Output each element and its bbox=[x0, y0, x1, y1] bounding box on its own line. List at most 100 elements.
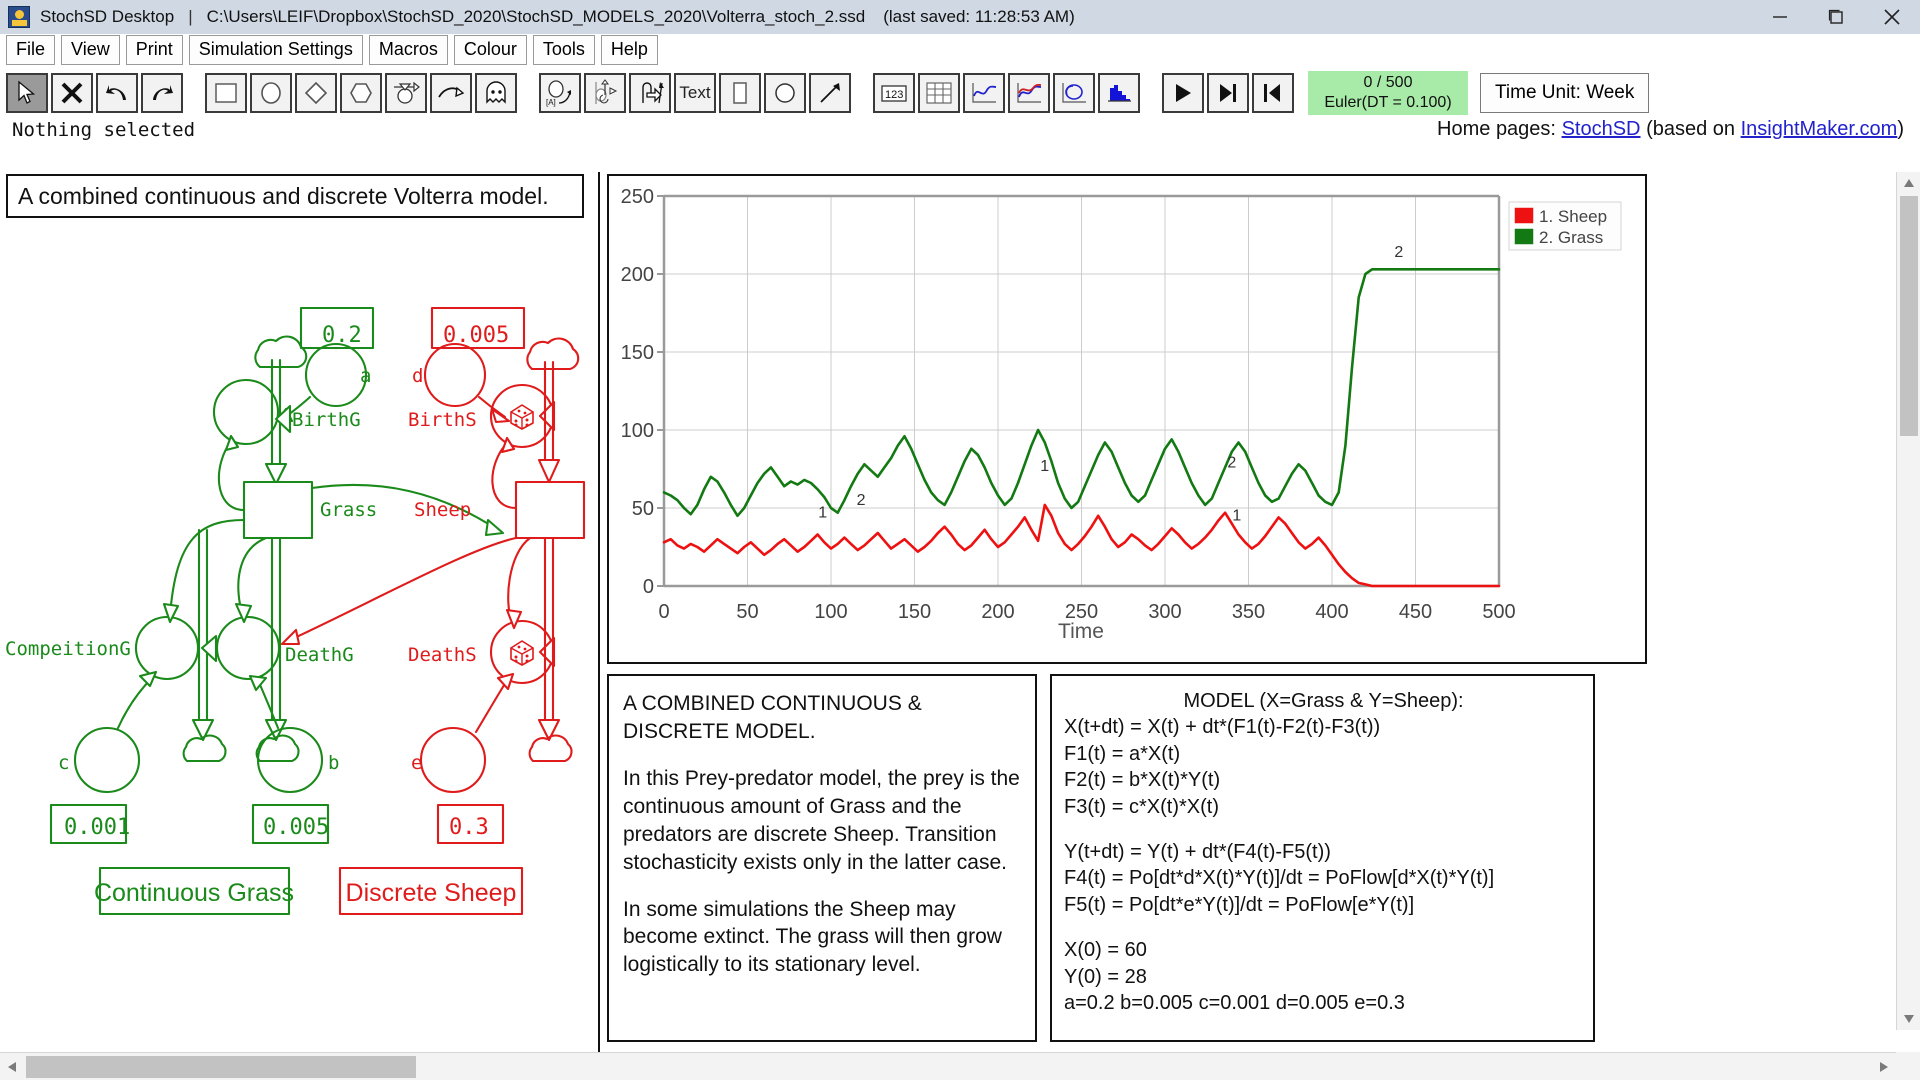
label-c-value: 0.001 bbox=[64, 815, 130, 840]
pointer-tool[interactable] bbox=[6, 73, 48, 113]
desc-spacer-1 bbox=[623, 746, 1021, 765]
stock-tool[interactable] bbox=[205, 73, 247, 113]
scroll-down-arrow-icon[interactable] bbox=[1897, 1008, 1920, 1030]
arrowhead-sheep-deaths bbox=[507, 610, 521, 628]
close-icon[interactable] bbox=[1864, 0, 1920, 34]
sim-progress-text: 0 / 500 bbox=[1364, 73, 1413, 93]
menu-item-macros[interactable]: Macros bbox=[369, 35, 448, 65]
run-button[interactable] bbox=[1162, 73, 1204, 113]
label-a-value: 0.2 bbox=[322, 323, 362, 348]
vertical-scroll-thumb[interactable] bbox=[1900, 196, 1918, 436]
scroll-up-arrow-icon[interactable] bbox=[1897, 172, 1920, 194]
constant-tool[interactable] bbox=[295, 73, 337, 113]
param-circle-e bbox=[421, 728, 485, 792]
scrollbar-corner bbox=[1896, 1052, 1920, 1080]
delete-tool[interactable] bbox=[51, 73, 93, 113]
timeplot-tool[interactable] bbox=[963, 73, 1005, 113]
valve-competitiong bbox=[202, 636, 216, 661]
model-spacer-1 bbox=[1064, 820, 1583, 839]
step-button[interactable] bbox=[1207, 73, 1249, 113]
link-tool[interactable] bbox=[430, 73, 472, 113]
cloud-sink-deathg bbox=[257, 736, 299, 761]
comparison-plot-tool[interactable] bbox=[1008, 73, 1050, 113]
svg-text:0: 0 bbox=[643, 576, 654, 598]
horizontal-scrollbar[interactable] bbox=[0, 1052, 1896, 1080]
circle-tool[interactable] bbox=[764, 73, 806, 113]
xy-plot-tool[interactable] bbox=[1053, 73, 1095, 113]
text-tool[interactable]: Text bbox=[674, 73, 716, 113]
scroll-right-arrow-icon[interactable] bbox=[1872, 1053, 1896, 1081]
histogram-tool[interactable] bbox=[1098, 73, 1140, 113]
label-a: a bbox=[360, 365, 371, 387]
menu-item-print[interactable]: Print bbox=[126, 35, 183, 65]
menu-item-view[interactable]: View bbox=[61, 35, 120, 65]
numberbox-tool[interactable]: 123 bbox=[873, 73, 915, 113]
cloud-sink-competition bbox=[184, 736, 226, 761]
maximize-icon[interactable] bbox=[1808, 0, 1864, 34]
desc-paragraph-1: In this Prey-predator model, the prey is… bbox=[623, 765, 1021, 877]
valve-deaths bbox=[540, 638, 554, 666]
diagram-title-box: A combined continuous and discrete Volte… bbox=[6, 174, 584, 218]
chart-legend: 1. Sheep 2. Grass bbox=[1509, 202, 1621, 250]
sim-method-text: Euler(DT = 0.100) bbox=[1324, 93, 1451, 113]
svg-text:500: 500 bbox=[1482, 601, 1515, 623]
vertical-scrollbar[interactable] bbox=[1896, 172, 1920, 1030]
label-deathg: DeathG bbox=[285, 644, 354, 666]
rectangle-tool[interactable] bbox=[719, 73, 761, 113]
diagonal-line-tool[interactable] bbox=[809, 73, 851, 113]
app-title: StochSD Desktop bbox=[40, 7, 174, 27]
menu-item-simulation-settings[interactable]: Simulation Settings bbox=[189, 35, 363, 65]
stock-sheep bbox=[516, 482, 584, 538]
model-diagram-panel[interactable]: A combined continuous and discrete Volte… bbox=[0, 172, 600, 1052]
toolbar-group-run bbox=[1162, 73, 1294, 113]
label-birthg: BirthG bbox=[292, 409, 361, 431]
stochsd-homepage-link[interactable]: StochSD bbox=[1562, 118, 1641, 140]
param-circle-a bbox=[306, 344, 366, 406]
toolbar-group-primitives bbox=[205, 73, 517, 113]
ghost-tool[interactable] bbox=[475, 73, 517, 113]
menu-item-tools[interactable]: Tools bbox=[533, 35, 595, 65]
svg-text:100: 100 bbox=[621, 420, 654, 442]
window-controls bbox=[1752, 0, 1920, 34]
horizontal-scroll-thumb[interactable] bbox=[26, 1056, 416, 1078]
flow-tool[interactable] bbox=[385, 73, 427, 113]
scroll-left-arrow-icon[interactable] bbox=[0, 1053, 24, 1081]
menu-item-help[interactable]: Help bbox=[601, 35, 658, 65]
menu-bar: File View Print Simulation Settings Macr… bbox=[0, 34, 1920, 67]
menu-item-file[interactable]: File bbox=[6, 35, 55, 65]
minimize-icon[interactable] bbox=[1752, 0, 1808, 34]
link-sheep-deathg bbox=[290, 538, 516, 640]
label-d: d bbox=[412, 365, 423, 387]
insightmaker-homepage-link[interactable]: InsightMaker.com bbox=[1741, 118, 1898, 140]
label-c: c bbox=[58, 752, 69, 774]
time-unit-button[interactable]: Time Unit: Week bbox=[1480, 73, 1649, 113]
selection-status-text: Nothing selected bbox=[12, 119, 195, 141]
undo-tool[interactable] bbox=[96, 73, 138, 113]
auxiliary-tool[interactable] bbox=[250, 73, 292, 113]
time-plot-panel[interactable]: 121212 050100150200250050100150200250300… bbox=[607, 174, 1647, 664]
label-b-value: 0.005 bbox=[263, 815, 329, 840]
model-equations-box: MODEL (X=Grass & Y=Sheep): X(t+dt) = X(t… bbox=[1050, 674, 1595, 1042]
model-eq-line: F1(t) = a*X(t) bbox=[1064, 741, 1583, 767]
dice-icon-births bbox=[511, 405, 533, 429]
reset-button[interactable] bbox=[1252, 73, 1294, 113]
named-value-tool[interactable]: [A] bbox=[539, 73, 581, 113]
svg-text:1: 1 bbox=[1040, 458, 1049, 475]
label-d-value: 0.005 bbox=[443, 323, 509, 348]
legend-label-sheep: 1. Sheep bbox=[1539, 207, 1607, 226]
table-tool[interactable] bbox=[918, 73, 960, 113]
converter-tool[interactable] bbox=[340, 73, 382, 113]
svg-text:300: 300 bbox=[1148, 601, 1181, 623]
flow-arrow-tool[interactable] bbox=[629, 73, 671, 113]
svg-text:50: 50 bbox=[632, 498, 654, 520]
model-diagram-canvas[interactable]: 0.2 a BirthG Grass CompeitionG DeathG c … bbox=[0, 220, 600, 1050]
right-column: 121212 050100150200250050100150200250300… bbox=[602, 172, 1892, 1052]
redo-tool[interactable] bbox=[141, 73, 183, 113]
svg-text:2: 2 bbox=[857, 492, 866, 509]
home-pages-middle-text: (based on bbox=[1646, 118, 1735, 140]
menu-item-colour[interactable]: Colour bbox=[454, 35, 527, 65]
svg-text:200: 200 bbox=[981, 601, 1014, 623]
label-deaths: DeathS bbox=[408, 644, 477, 666]
svg-text:1: 1 bbox=[1232, 508, 1241, 525]
move-valve-tool[interactable] bbox=[584, 73, 626, 113]
